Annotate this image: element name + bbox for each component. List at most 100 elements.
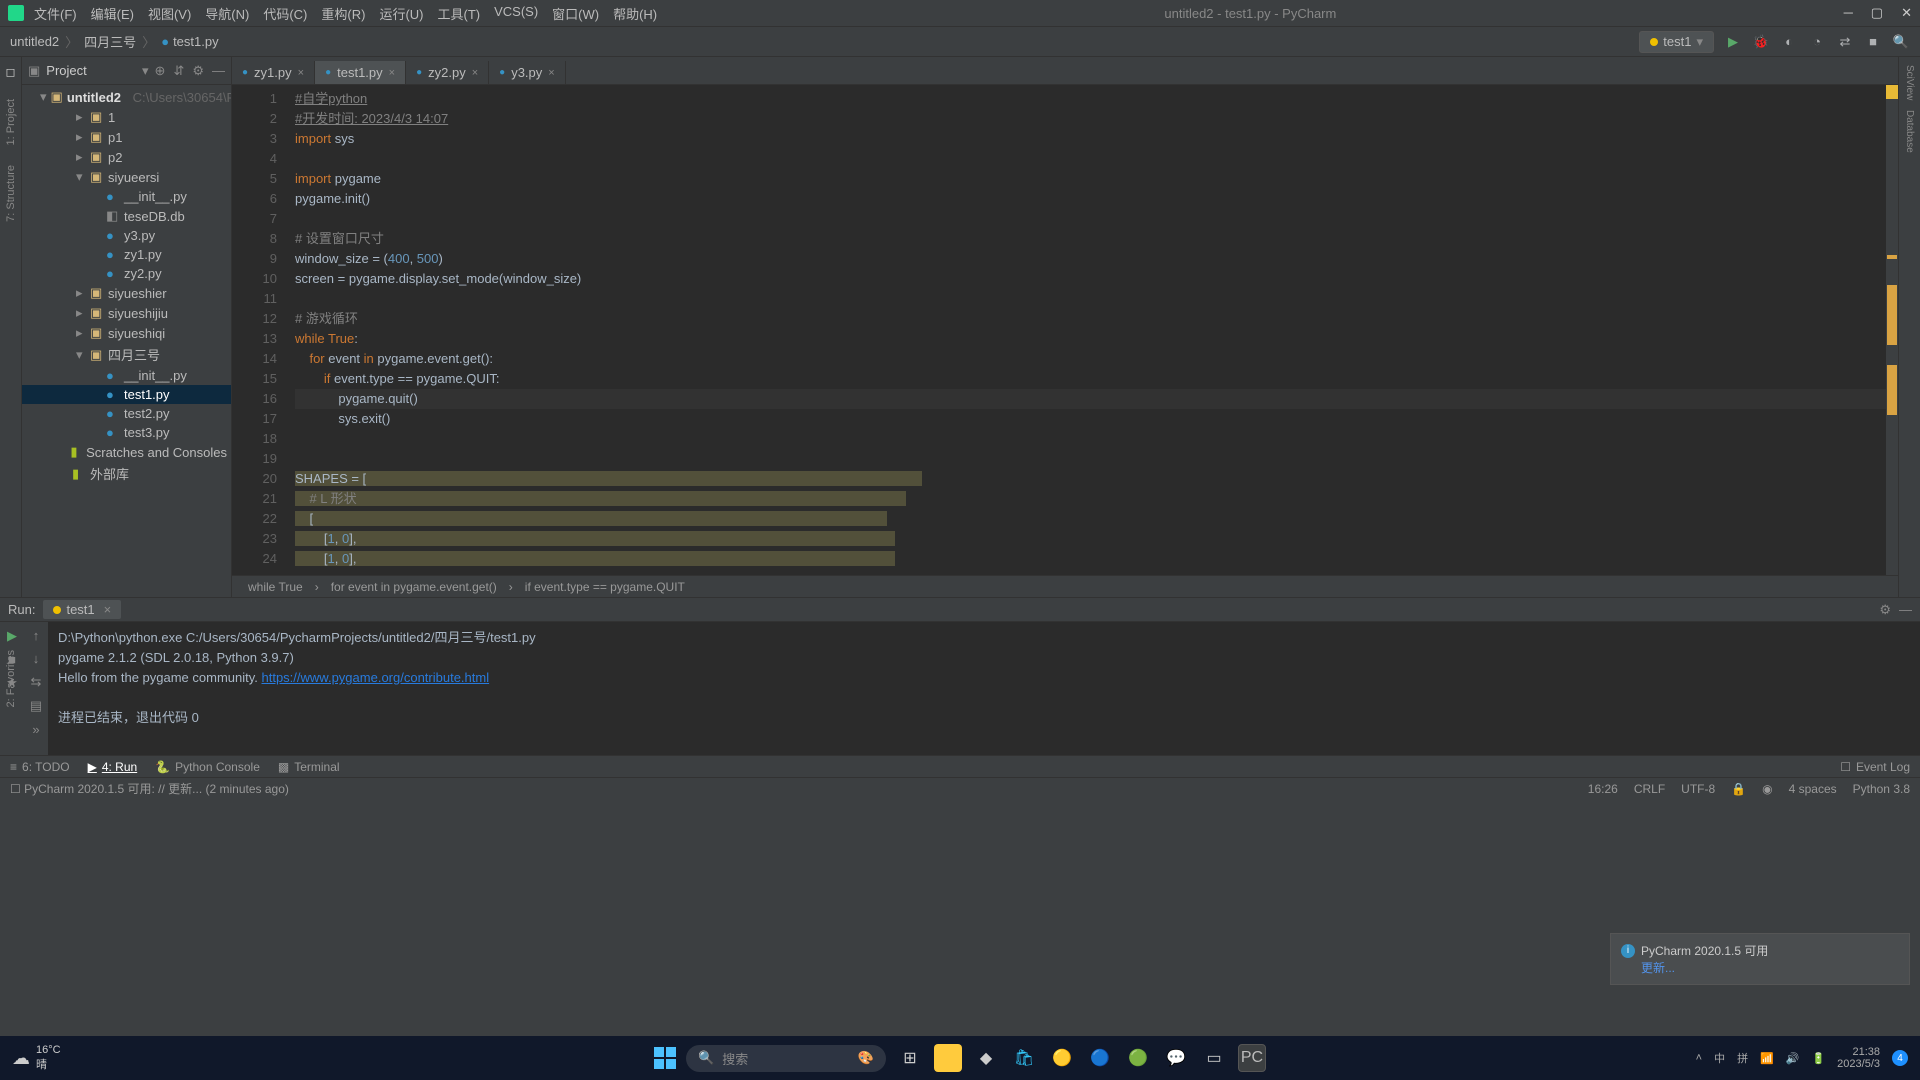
project-tree[interactable]: ▾▣ untitled2 C:\Users\30654\Pych ▸▣1▸▣p1… bbox=[22, 85, 231, 597]
coverage-icon[interactable]: ◐ bbox=[1780, 33, 1798, 51]
editor-tab[interactable]: ●zy2.py× bbox=[406, 61, 489, 84]
tool-terminal[interactable]: ▩ Terminal bbox=[278, 760, 340, 774]
tray-battery-icon[interactable]: 🔋 bbox=[1811, 1052, 1825, 1065]
ecrumb-0[interactable]: while True bbox=[248, 580, 303, 594]
tree-item[interactable]: ●zy2.py bbox=[22, 264, 231, 283]
tool-run[interactable]: ▶ 4: Run bbox=[88, 760, 138, 774]
tree-item[interactable]: ●test3.py bbox=[22, 423, 231, 442]
taskbar-edge-icon[interactable]: 🔵 bbox=[1086, 1044, 1114, 1072]
settings-icon[interactable]: ⚙ bbox=[192, 63, 204, 79]
minimize-icon[interactable]: ─ bbox=[1844, 5, 1853, 21]
tray-volume-icon[interactable]: 🔊 bbox=[1786, 1052, 1800, 1065]
run-tab[interactable]: test1× bbox=[43, 600, 121, 619]
tool-todo[interactable]: ≡ 6: TODO bbox=[10, 760, 70, 774]
editor-code[interactable]: #自学python#开发时间: 2023/4/3 14:07import sys… bbox=[287, 85, 1886, 575]
tray-ime2-icon[interactable]: 拼 bbox=[1737, 1050, 1748, 1066]
taskbar-app3-icon[interactable]: ▭ bbox=[1200, 1044, 1228, 1072]
menu-navigate[interactable]: 导航(N) bbox=[205, 4, 249, 23]
tree-item[interactable]: ▾▣四月三号 bbox=[22, 343, 231, 366]
up-icon[interactable]: ↑ bbox=[33, 628, 40, 643]
run-output[interactable]: D:\Python\python.exe C:/Users/30654/Pych… bbox=[48, 622, 1920, 755]
right-tool-database[interactable]: Database bbox=[1904, 110, 1915, 153]
tray-chevron-icon[interactable]: ˄ bbox=[1696, 1052, 1702, 1064]
locate-icon[interactable]: ⊕ bbox=[155, 63, 166, 79]
status-caret-pos[interactable]: 16:26 bbox=[1588, 782, 1618, 796]
menu-edit[interactable]: 编辑(E) bbox=[91, 4, 134, 23]
close-icon[interactable]: ✕ bbox=[1901, 5, 1912, 21]
taskbar-store-icon[interactable]: 🛍 bbox=[1010, 1044, 1038, 1072]
export-icon[interactable]: ▤ bbox=[30, 698, 42, 714]
editor-tab[interactable]: ●zy1.py× bbox=[232, 61, 315, 84]
tree-item[interactable]: ●__init__.py bbox=[22, 187, 231, 206]
stop-icon[interactable]: ■ bbox=[1864, 33, 1882, 51]
editor-tab[interactable]: ●y3.py× bbox=[489, 61, 566, 84]
tree-item[interactable]: ●__init__.py bbox=[22, 366, 231, 385]
editor-tab[interactable]: ●test1.py× bbox=[315, 61, 406, 84]
run-icon[interactable]: ▶ bbox=[1724, 33, 1742, 51]
wrap-icon[interactable]: ⇆ bbox=[31, 674, 42, 690]
tree-item[interactable]: ▸▣siyueshier bbox=[22, 283, 231, 303]
left-tool-structure[interactable]: 7: Structure bbox=[5, 165, 17, 222]
tray-ime-icon[interactable]: 中 bbox=[1714, 1050, 1725, 1066]
run-hide-icon[interactable]: ― bbox=[1899, 602, 1912, 618]
menu-file[interactable]: 文件(F) bbox=[34, 4, 77, 23]
tree-item[interactable]: ●zy1.py bbox=[22, 245, 231, 264]
notification-link[interactable]: 更新... bbox=[1641, 959, 1899, 976]
menu-tools[interactable]: 工具(T) bbox=[437, 4, 480, 23]
hide-icon[interactable]: ― bbox=[212, 63, 225, 79]
down-icon[interactable]: ↓ bbox=[33, 651, 40, 666]
tree-item[interactable]: ●test2.py bbox=[22, 404, 231, 423]
crumb-file[interactable]: test1.py bbox=[173, 34, 219, 49]
rerun-icon[interactable]: ▶ bbox=[7, 628, 17, 644]
left-tool-favorites[interactable]: 2: Favorites bbox=[5, 650, 17, 707]
menu-help[interactable]: 帮助(H) bbox=[613, 4, 657, 23]
status-message[interactable]: PyCharm 2020.1.5 可用: // 更新... (2 minutes… bbox=[24, 780, 289, 797]
taskbar-search[interactable]: 🔍 搜索🎨 bbox=[686, 1045, 886, 1072]
profile-icon[interactable]: ◔ bbox=[1808, 33, 1826, 51]
attach-icon[interactable]: ⇄ bbox=[1836, 33, 1854, 51]
tree-item[interactable]: ▸▣siyueshiqi bbox=[22, 323, 231, 343]
taskbar-chrome-icon[interactable]: 🟡 bbox=[1048, 1044, 1076, 1072]
crumb-folder[interactable]: 四月三号 bbox=[84, 32, 136, 51]
ecrumb-2[interactable]: if event.type == pygame.QUIT bbox=[525, 580, 685, 594]
taskbar-weather[interactable]: ☁ 16°C晴 bbox=[12, 1044, 61, 1072]
crumb-root[interactable]: untitled2 bbox=[10, 34, 59, 49]
tree-item[interactable]: ●test1.py bbox=[22, 385, 231, 404]
ecrumb-1[interactable]: for event in pygame.event.get() bbox=[331, 580, 497, 594]
status-python[interactable]: Python 3.8 bbox=[1853, 782, 1910, 796]
editor-error-stripe[interactable] bbox=[1886, 85, 1898, 575]
taskbar-explorer-icon[interactable] bbox=[934, 1044, 962, 1072]
notification-popup[interactable]: iPyCharm 2020.1.5 可用 更新... bbox=[1610, 933, 1910, 985]
status-readonly-icon[interactable]: 🔒 bbox=[1731, 782, 1746, 796]
taskbar-pycharm-icon[interactable]: PC bbox=[1238, 1044, 1266, 1072]
left-tool-project[interactable]: 1: Project bbox=[5, 99, 17, 145]
status-encoding[interactable]: UTF-8 bbox=[1681, 782, 1715, 796]
more-icon[interactable]: » bbox=[32, 722, 39, 737]
collapse-icon[interactable]: ⇵ bbox=[173, 63, 184, 79]
right-tool-sciview[interactable]: SciView bbox=[1904, 65, 1915, 100]
tray-wifi-icon[interactable]: 📶 bbox=[1760, 1052, 1774, 1065]
debug-icon[interactable]: 🐞 bbox=[1752, 33, 1770, 51]
tool-event-log[interactable]: ☐ Event Log bbox=[1840, 760, 1910, 774]
tree-item[interactable]: ▾▣siyueersi bbox=[22, 167, 231, 187]
tree-item[interactable]: ▮外部库 bbox=[22, 462, 231, 485]
search-everywhere-icon[interactable]: 🔍 bbox=[1892, 33, 1910, 51]
status-indent[interactable]: 4 spaces bbox=[1789, 782, 1837, 796]
run-settings-icon[interactable]: ⚙ bbox=[1879, 602, 1891, 618]
tree-item[interactable]: ▮Scratches and Consoles bbox=[22, 442, 231, 462]
status-line-sep[interactable]: CRLF bbox=[1634, 782, 1665, 796]
tree-item[interactable]: ▸▣p2 bbox=[22, 147, 231, 167]
taskbar-wechat-icon[interactable]: 💬 bbox=[1162, 1044, 1190, 1072]
windows-start-icon[interactable] bbox=[654, 1047, 676, 1069]
menu-vcs[interactable]: VCS(S) bbox=[494, 4, 538, 23]
tree-item[interactable]: ●y3.py bbox=[22, 226, 231, 245]
run-config-selector[interactable]: test1▾ bbox=[1639, 31, 1714, 53]
taskbar-app2-icon[interactable]: 🟢 bbox=[1124, 1044, 1152, 1072]
tree-item[interactable]: ▸▣1 bbox=[22, 107, 231, 127]
tray-notification-badge[interactable]: 4 bbox=[1892, 1050, 1908, 1066]
menu-view[interactable]: 视图(V) bbox=[148, 4, 191, 23]
tree-item[interactable]: ◧teseDB.db bbox=[22, 206, 231, 226]
menu-code[interactable]: 代码(C) bbox=[263, 4, 307, 23]
menu-refactor[interactable]: 重构(R) bbox=[321, 4, 365, 23]
taskbar-app1-icon[interactable]: ◆ bbox=[972, 1044, 1000, 1072]
